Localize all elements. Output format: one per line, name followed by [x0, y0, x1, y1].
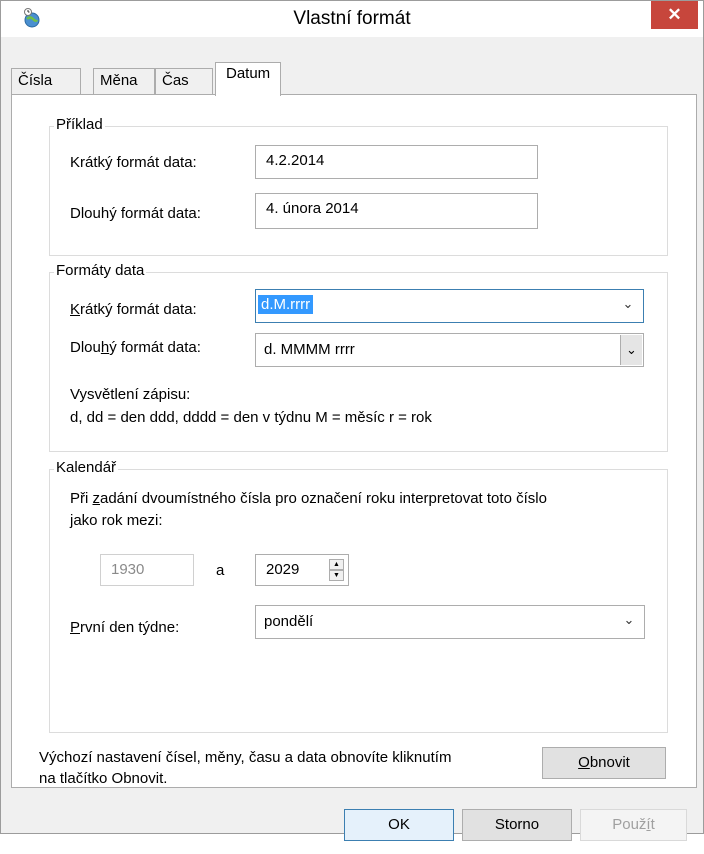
calendar-description-line2: jako rok mezi:: [70, 512, 163, 529]
formats-short-label: Krátký formát data:: [70, 301, 197, 318]
dialog-window: Vlastní formát ✕ Čísla Měna Čas Datum Př…: [0, 0, 704, 841]
short-format-combo[interactable]: d.M.rrrr ⌄: [255, 289, 644, 323]
calendar-legend: Kalendář: [54, 459, 119, 476]
cancel-button[interactable]: Storno: [462, 809, 572, 841]
tab-cas[interactable]: Čas: [155, 68, 213, 94]
year-spinner[interactable]: ▲ ▼: [329, 559, 344, 581]
example-long-value: 4. února 2014: [266, 200, 359, 217]
example-legend: Příklad: [54, 116, 105, 133]
first-day-label: První den týdne:: [70, 619, 180, 636]
tab-label: Datum: [226, 65, 271, 82]
formats-legend: Formáty data: [54, 262, 147, 279]
title-bar: Vlastní formát ✕: [1, 1, 703, 37]
long-format-combo[interactable]: d. MMMM rrrr ⌄: [255, 333, 644, 367]
example-short-field: 4.2.2014: [255, 145, 538, 179]
short-format-value: d.M.rrrr: [258, 295, 314, 314]
reset-button[interactable]: Obnovit: [542, 747, 666, 779]
spin-up-icon[interactable]: ▲: [329, 559, 344, 570]
explain-title: Vysvětlení zápisu:: [70, 386, 191, 403]
ok-button[interactable]: OK: [344, 809, 454, 841]
tab-panel-datum: Příklad Krátký formát data: 4.2.2014 Dlo…: [11, 94, 697, 788]
tab-label: Čas: [162, 72, 189, 89]
chevron-down-icon[interactable]: ⌄: [619, 294, 637, 314]
cancel-label: Storno: [494, 816, 540, 833]
tab-cisla[interactable]: Čísla: [11, 68, 81, 94]
year-from-field: 1930: [100, 554, 194, 586]
tab-label: Měna: [100, 72, 138, 89]
example-short-label: Krátký formát data:: [70, 154, 197, 171]
reset-text-line1: Výchozí nastavení čísel, měny, času a da…: [39, 749, 452, 766]
and-label: a: [216, 562, 225, 579]
example-long-field: 4. února 2014: [255, 193, 538, 229]
year-to-value: 2029: [266, 561, 300, 578]
spin-down-icon[interactable]: ▼: [329, 570, 344, 581]
example-group: Příklad Krátký formát data: 4.2.2014 Dlo…: [49, 116, 668, 256]
first-day-combo[interactable]: pondělí ⌄: [255, 605, 645, 639]
first-day-value: pondělí: [264, 613, 314, 630]
window-title: Vlastní formát: [293, 8, 411, 29]
close-button[interactable]: ✕: [651, 1, 698, 29]
apply-button[interactable]: Použít: [580, 809, 687, 841]
chevron-down-icon[interactable]: ⌄: [620, 610, 638, 630]
explain-text: d, dd = den ddd, dddd = den v týdnu M = …: [70, 409, 432, 426]
ok-label: OK: [388, 816, 410, 833]
example-long-label: Dlouhý formát data:: [70, 205, 201, 222]
reset-text-line2: na tlačítko Obnovit.: [39, 770, 168, 787]
tab-label: Čísla: [18, 72, 53, 89]
long-format-value: d. MMMM rrrr: [264, 341, 355, 358]
calendar-group: Kalendář Při zadání dvoumístného čísla p…: [49, 459, 668, 733]
year-from-value: 1930: [111, 561, 145, 578]
chevron-down-icon[interactable]: ⌄: [620, 335, 642, 365]
close-icon: ✕: [667, 5, 682, 24]
year-to-field[interactable]: 2029 ▲ ▼: [255, 554, 349, 586]
example-short-value: 4.2.2014: [266, 152, 325, 169]
formats-group: Formáty data Krátký formát data: d.M.rrr…: [49, 262, 668, 452]
tab-mena[interactable]: Měna: [93, 68, 155, 94]
calendar-description: Při zadání dvoumístného čísla pro označe…: [70, 490, 547, 507]
tab-datum[interactable]: Datum: [215, 62, 281, 96]
formats-long-label: Dlouhý formát data:: [70, 339, 201, 356]
